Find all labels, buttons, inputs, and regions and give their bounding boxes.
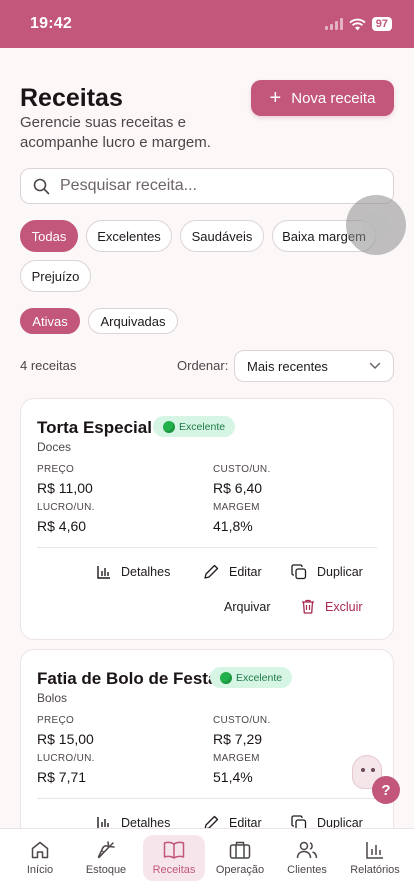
filter-chip-prejuizo[interactable]: Prejuízo (20, 260, 91, 292)
battery-indicator: 97 (371, 17, 392, 31)
status-badge: Excelente (153, 416, 236, 437)
page-title: Receitas (20, 84, 123, 112)
margin-label: MARGEM (213, 502, 260, 513)
details-label: Detalhes (121, 565, 171, 579)
card-divider (37, 798, 377, 799)
nav-label: Operação (215, 864, 265, 876)
status-icons: 97 (324, 17, 392, 31)
filter-chip-excelentes[interactable]: Excelentes (86, 220, 172, 252)
status-badge: Excelente (210, 667, 293, 688)
details-button[interactable]: Detalhes (97, 565, 170, 579)
price-value: R$ 15,00 (37, 731, 94, 747)
tab-ativas[interactable]: Ativas (20, 308, 80, 334)
cost-value: R$ 7,29 (213, 731, 263, 747)
wifi-icon (349, 18, 366, 30)
new-recipe-label: Nova receita (291, 89, 376, 107)
edit-label: Editar (229, 565, 262, 579)
nav-item-operacao[interactable]: Operação (210, 829, 270, 887)
profit-label: LUCRO/UN. (37, 753, 95, 764)
pencil-icon (204, 564, 219, 579)
bar-chart-icon (97, 566, 110, 579)
signal-icon (324, 18, 343, 30)
green-circle-icon (163, 420, 175, 433)
margin-value: 51,4% (213, 769, 253, 785)
archive-label: Arquivar (224, 600, 271, 614)
status-badge-label: Excelente (179, 420, 226, 433)
price-label: PREÇO (37, 715, 75, 726)
copy-icon (291, 564, 307, 580)
recipe-name: Torta Especial (37, 418, 152, 437)
nav-label: Clientes (287, 864, 327, 876)
status-time: 19:42 (30, 15, 72, 32)
chevron-down-icon (369, 362, 381, 370)
search-input[interactable] (60, 177, 381, 195)
search-icon (33, 178, 50, 194)
nav-item-inicio[interactable]: Início (10, 829, 70, 887)
nav-item-clientes[interactable]: Clientes (277, 829, 337, 887)
recipe-card: Torta Especial Excelente Doces PREÇO R$ … (20, 398, 394, 640)
nav-item-estoque[interactable]: Estoque (76, 829, 136, 887)
filter-chip-todas[interactable]: Todas (20, 220, 78, 252)
touch-indicator (346, 195, 406, 255)
filter-chip-saudaveis[interactable]: Saudáveis (180, 220, 264, 252)
delete-label: Excluir (325, 599, 363, 614)
home-icon (31, 841, 49, 859)
delete-button[interactable]: Excluir (301, 599, 363, 614)
cost-label: CUSTO/UN. (213, 715, 271, 726)
status-badge-label: Excelente (236, 671, 283, 684)
cost-label: CUSTO/UN. (213, 464, 271, 475)
status-bar: 19:42 97 (0, 0, 414, 48)
recipe-category: Doces (37, 440, 72, 454)
help-button[interactable]: ? (372, 776, 400, 804)
profit-value: R$ 7,71 (37, 769, 87, 785)
recipe-count: 4 receitas (20, 358, 77, 373)
nav-item-receitas[interactable]: Receitas (143, 829, 205, 887)
book-icon (163, 841, 185, 859)
new-recipe-button[interactable]: + Nova receita (251, 80, 394, 116)
green-circle-icon (220, 671, 232, 684)
nav-label: Início (26, 864, 54, 876)
nav-item-relatorios[interactable]: Relatórios (344, 829, 406, 887)
sort-label: Ordenar: (177, 358, 229, 373)
recipe-card: Fatia de Bolo de Festa Excelente Bolos P… (20, 649, 394, 849)
search-box[interactable] (20, 168, 394, 204)
bottom-nav: Início Estoque Receitas Operação Cliente… (0, 828, 414, 896)
margin-value: 41,8% (213, 518, 253, 534)
tab-arquivadas[interactable]: Arquivadas (88, 308, 178, 334)
margin-label: MARGEM (213, 753, 260, 764)
profit-value: R$ 4,60 (37, 518, 87, 534)
nav-label: Receitas (152, 864, 196, 876)
carrot-icon (97, 841, 115, 859)
recipe-category: Bolos (37, 691, 68, 705)
sort-value: Mais recentes (247, 358, 328, 374)
trash-icon (302, 599, 314, 614)
nav-label: Relatórios (350, 864, 400, 876)
card-divider (37, 547, 377, 548)
edit-button[interactable]: Editar (203, 564, 262, 580)
briefcase-icon (229, 841, 251, 859)
sort-select[interactable]: Mais recentes (234, 350, 394, 382)
page-subtitle: Gerencie suas receitas e acompanhe lucro… (20, 114, 211, 151)
duplicate-label: Duplicar (317, 565, 363, 579)
chart-icon (366, 842, 383, 859)
price-value: R$ 11,00 (37, 480, 93, 496)
price-label: PREÇO (37, 464, 75, 475)
recipe-name: Fatia de Bolo de Festa (37, 669, 218, 688)
archive-button[interactable]: Arquivar (224, 600, 271, 614)
duplicate-button[interactable]: Duplicar (291, 564, 363, 580)
users-icon (296, 841, 318, 859)
nav-label: Estoque (85, 864, 127, 876)
profit-label: LUCRO/UN. (37, 502, 95, 513)
cost-value: R$ 6,40 (213, 480, 263, 496)
plus-icon: + (269, 87, 282, 109)
